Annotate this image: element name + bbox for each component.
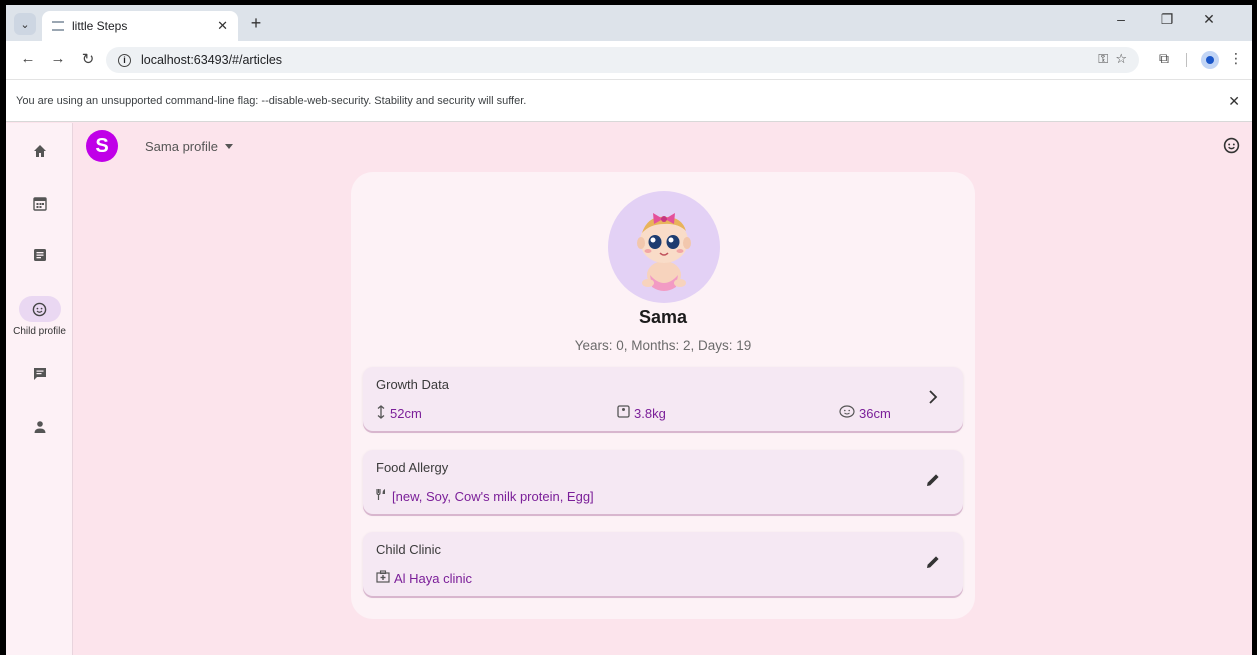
calendar-icon xyxy=(32,195,48,211)
chat-icon xyxy=(32,366,48,382)
toolbar-divider xyxy=(1186,53,1187,67)
clinic-building-icon xyxy=(376,570,390,586)
restaurant-icon xyxy=(376,488,388,504)
baby-face-icon xyxy=(32,301,48,317)
rail-item-child-profile[interactable]: Child profile xyxy=(6,296,73,337)
address-bar[interactable]: i localhost:63493/#/articles ⚿ ☆ xyxy=(106,47,1139,73)
close-tab-icon[interactable]: ✕ xyxy=(217,18,228,34)
browser-toolbar: ← → ↻ i localhost:63493/#/articles ⚿ ☆ ⧉… xyxy=(6,41,1252,79)
infobar-close-icon[interactable]: ✕ xyxy=(1228,93,1240,110)
url-text: localhost:63493/#/articles xyxy=(141,53,283,67)
profile-avatar[interactable]: S xyxy=(86,130,118,162)
rail-item-account[interactable] xyxy=(6,419,73,435)
child-profile-card: Sama Years: 0, Months: 2, Days: 19 Growt… xyxy=(351,172,975,619)
weight-text: 3.8kg xyxy=(634,405,666,421)
rail-item-chat[interactable] xyxy=(6,366,73,382)
rail-item-home[interactable] xyxy=(6,143,73,159)
new-tab-button[interactable]: + xyxy=(246,13,266,34)
height-value: 52cm xyxy=(376,405,422,422)
edit-pencil-icon[interactable] xyxy=(923,470,943,490)
reload-button[interactable]: ↻ xyxy=(78,50,98,68)
menu-kebab-icon[interactable]: ⋮ xyxy=(1226,50,1246,67)
forward-button[interactable]: → xyxy=(48,50,68,67)
height-icon xyxy=(376,405,386,422)
baby-portrait xyxy=(608,191,720,303)
tab-strip: ⌄ little Steps ✕ + – ❐ ✕ xyxy=(6,5,1252,41)
extensions-icon[interactable]: ⧉ xyxy=(1154,50,1174,67)
warning-text: You are using an unsupported command-lin… xyxy=(16,94,527,107)
child-clinic-tile[interactable]: Child Clinic Al Haya clinic xyxy=(363,532,963,596)
child-name: Sama xyxy=(638,307,688,327)
profile-dropdown-label: Sama profile xyxy=(145,139,218,154)
child-clinic-text: Al Haya clinic xyxy=(394,570,473,586)
tab-title: little Steps xyxy=(72,19,128,33)
growth-data-title: Growth Data xyxy=(376,377,449,392)
weight-value: 3.8kg xyxy=(617,405,666,421)
site-info-icon[interactable]: i xyxy=(118,53,131,67)
height-text: 52cm xyxy=(390,406,422,421)
active-indicator xyxy=(18,296,61,322)
head-circumference-icon xyxy=(839,405,855,421)
home-icon xyxy=(32,143,48,159)
food-allergy-title: Food Allergy xyxy=(376,460,449,475)
rail-item-label: Child profile xyxy=(13,326,66,337)
baby-face-icon[interactable] xyxy=(1223,137,1240,159)
profile-dropdown[interactable]: Sama profile xyxy=(145,139,233,154)
chevron-right-icon[interactable] xyxy=(923,387,943,407)
child-age: Years: 0, Months: 2, Days: 19 xyxy=(574,338,752,353)
head-circumference-text: 36cm xyxy=(859,405,891,421)
head-circumference-value: 36cm xyxy=(839,405,891,421)
food-allergy-text: [new, Soy, Cow's milk protein, Egg] xyxy=(392,488,594,504)
app-content: Child profile S Sama profile Sama Years:… xyxy=(6,123,1252,655)
chevron-down-icon xyxy=(224,144,233,149)
food-allergy-value: [new, Soy, Cow's milk protein, Egg] xyxy=(376,488,594,504)
warning-infobar: You are using an unsupported command-lin… xyxy=(6,79,1252,122)
navigation-rail: Child profile xyxy=(6,123,73,655)
person-icon xyxy=(32,419,48,435)
maximize-button[interactable]: ❐ xyxy=(1152,11,1182,28)
back-button[interactable]: ← xyxy=(18,50,38,67)
article-icon xyxy=(32,247,48,263)
browser-tab[interactable]: little Steps ✕ xyxy=(42,11,238,41)
child-clinic-title: Child Clinic xyxy=(376,542,442,557)
edit-pencil-icon[interactable] xyxy=(923,552,943,572)
rail-item-calendar[interactable] xyxy=(6,195,73,211)
growth-data-tile[interactable]: Growth Data 52cm 3.8kg 36cm xyxy=(363,367,963,431)
rail-item-articles[interactable] xyxy=(6,247,73,263)
scale-icon xyxy=(617,405,630,421)
food-allergy-tile[interactable]: Food Allergy [new, Soy, Cow's milk prote… xyxy=(363,450,963,514)
browser-profile-avatar[interactable] xyxy=(1201,51,1219,69)
browser-window: ⌄ little Steps ✕ + – ❐ ✕ ← → ↻ i localho… xyxy=(6,5,1252,655)
tab-search-button[interactable]: ⌄ xyxy=(14,13,36,35)
password-key-icon[interactable]: ⚿ ☆ xyxy=(1098,51,1127,67)
favicon-icon xyxy=(52,21,64,31)
close-window-button[interactable]: ✕ xyxy=(1194,11,1224,28)
minimize-button[interactable]: – xyxy=(1106,11,1136,27)
child-clinic-value: Al Haya clinic xyxy=(376,570,472,586)
